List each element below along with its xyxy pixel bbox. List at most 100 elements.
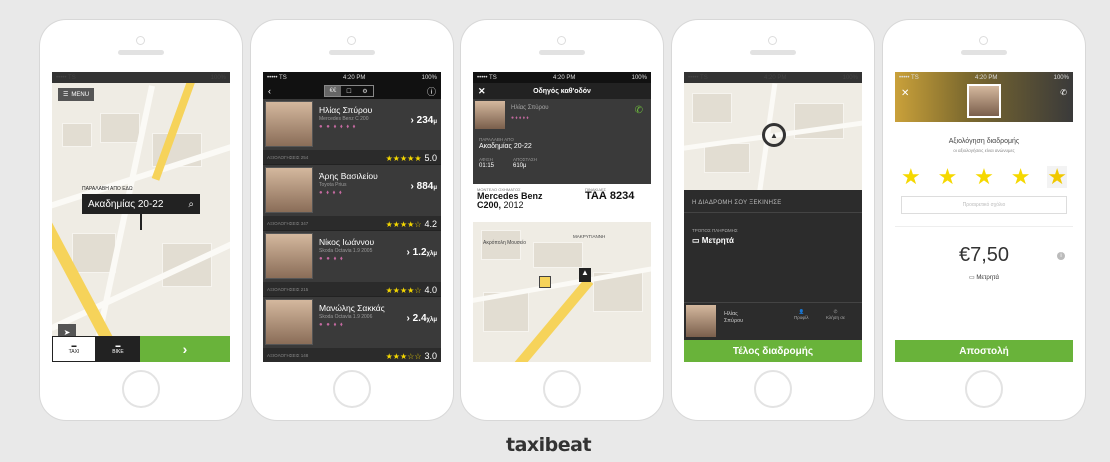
- home-button: [122, 370, 160, 408]
- avatar: [265, 101, 313, 147]
- map-label: ΜΑΚΡΥΓΙΑΝΝΗ: [573, 234, 606, 239]
- cash-icon: ▭: [692, 236, 700, 245]
- driver-row[interactable]: Μανώλης Σακκάς Skoda Octavia 1.9 2006 ● …: [263, 297, 441, 362]
- close-icon[interactable]: ✕: [901, 88, 909, 99]
- next-button[interactable]: ›: [140, 336, 230, 362]
- avatar: [475, 101, 505, 129]
- taxi-location-icon: ▲: [762, 123, 786, 147]
- rating-title: Αξιολόγηση διαδρομής: [948, 138, 1020, 145]
- driver-last-name: Σπύρου: [724, 318, 744, 324]
- phone-icon[interactable]: ✆: [635, 105, 643, 116]
- amenity-icons: ● ● ⬧ ⬧: [319, 322, 344, 328]
- map[interactable]: Ακρόπολη Μουσείο ΜΑΚΡΥΓΙΑΝΝΗ ▲: [473, 222, 651, 362]
- eta-value: 01:15: [479, 163, 495, 169]
- driver-row[interactable]: Νίκος Ιωάννου Skoda Octavia 1.9 2005 ● ●…: [263, 231, 441, 297]
- phone-camera: [979, 36, 988, 45]
- driver-distance: › 2.4χλμ: [406, 313, 437, 324]
- payment-method: ▭ Μετρητά: [895, 274, 1073, 281]
- screen-driver-list: ••••• TS 4:20 PM 100% ‹ €€ ☐ ⚙ ⓘ Ηλίας Σ…: [263, 72, 441, 362]
- distance-label: ΑΠΟΣΤΑΣΗ: [513, 157, 537, 162]
- menu-button-label: MENU: [71, 91, 90, 98]
- menu-button[interactable]: ☰ MENU: [58, 88, 95, 101]
- phone-camera: [136, 36, 145, 45]
- user-marker: [539, 276, 551, 288]
- car-details: ΜΟΝΤΕΛΟ ΟΧΗΜΑΤΟΣ Mercedes Benz C200, 201…: [473, 184, 651, 222]
- driver-name: Νίκος Ιωάννου: [319, 237, 375, 247]
- status-carrier: ••••• TS: [899, 74, 919, 81]
- amenity-icons: ● ⬧ ⬧ ⬧: [319, 190, 343, 196]
- taxibeat-logo: taxibeat: [506, 434, 592, 456]
- distance-unit: χλμ: [426, 251, 437, 257]
- pickup-address-box[interactable]: Ακαδημίας 20-22 ⌕: [82, 194, 200, 214]
- star-icon[interactable]: ★: [974, 166, 994, 188]
- status-carrier: ••••• TS: [267, 74, 287, 81]
- driver-distance: › 1.2χλμ: [406, 247, 437, 258]
- rating-value: 5.0: [424, 153, 437, 163]
- taxi-marker-icon: ▲: [579, 268, 591, 282]
- rating-value: 3.0: [424, 351, 437, 361]
- status-carrier: ••••• TS: [477, 74, 497, 81]
- star-icon[interactable]: ★: [1047, 166, 1067, 188]
- screen-ride-started: ••••• TS 4:20 PM 100% ▲ Η ΔΙΑΔΡΟΜΗ ΣΟΥ Ξ…: [684, 72, 862, 362]
- info-icon[interactable]: ⓘ: [427, 85, 436, 98]
- segment-settings[interactable]: ⚙: [357, 86, 373, 96]
- screen-driver-en-route: ••••• TS 4:20 PM 100% ✕ Οδηγός καθ'οδόν …: [473, 72, 651, 362]
- close-icon[interactable]: ✕: [478, 86, 486, 97]
- profile-button[interactable]: 👤 Προφίλ: [794, 309, 808, 320]
- driver-bar: Ηλίας Σπύρου 👤 Προφίλ ✆ Κλήση σε: [684, 302, 862, 340]
- phone-speaker: [961, 50, 1007, 55]
- star-icons: ★★★★☆: [385, 220, 422, 229]
- driver-car: Skoda Octavia 1.9 2005: [319, 248, 373, 254]
- profile-button-label: Προφίλ: [794, 315, 809, 320]
- home-button: [543, 370, 581, 408]
- phone-icon: ✆: [833, 309, 838, 314]
- map[interactable]: ▲: [684, 83, 862, 190]
- status-time: 4:20 PM: [975, 74, 998, 81]
- phone-camera: [557, 36, 566, 45]
- list-header: ‹ €€ ☐ ⚙ ⓘ: [263, 83, 441, 99]
- plate-number: ΤΑΑ 8234: [585, 190, 635, 202]
- send-button[interactable]: Αποστολή: [895, 340, 1073, 362]
- status-carrier: ••••• TS: [688, 74, 708, 81]
- car-model-variant: C200,: [477, 200, 502, 210]
- tab-bike[interactable]: ▬ BIKE: [96, 336, 140, 362]
- phone-speaker: [329, 50, 375, 55]
- back-icon[interactable]: ‹: [268, 86, 271, 96]
- call-button[interactable]: ✆ Κλήση σε: [826, 309, 845, 320]
- phone-speaker: [750, 50, 796, 55]
- reviews-count: ΑΞΙΟΛΟΓΗΣΕΙΣ 254: [267, 154, 309, 160]
- distance-value: 234: [416, 115, 434, 126]
- driver-row[interactable]: Άρης Βασιλείου Toyota Prius ● ⬧ ⬧ ⬧ › 88…: [263, 165, 441, 231]
- avatar: [265, 233, 313, 279]
- rating-form: Αξιολόγηση διαδρομής οι αξιολογήσεις είν…: [895, 122, 1073, 362]
- segment-car[interactable]: ☐: [341, 86, 357, 96]
- search-icon[interactable]: ⌕: [188, 199, 194, 210]
- comment-input[interactable]: Προαιρετικό σχόλιο: [901, 196, 1067, 214]
- rating-row: ΑΞΙΟΛΟΓΗΣΕΙΣ 215 ★★★★☆ 4.0: [263, 282, 441, 296]
- home-button: [965, 370, 1003, 408]
- avatar: [265, 167, 313, 213]
- star-icon[interactable]: ★: [901, 166, 921, 188]
- status-battery: 100%: [631, 74, 647, 81]
- en-route-header: ✕ Οδηγός καθ'οδόν: [473, 83, 651, 99]
- distance-value: 1.2: [412, 247, 427, 258]
- distance-unit: χλμ: [426, 317, 437, 323]
- star-icon[interactable]: ★: [938, 166, 958, 188]
- tab-taxi[interactable]: ▬ TAXI: [52, 336, 96, 362]
- star-icon[interactable]: ★: [1011, 166, 1031, 188]
- status-battery: 100%: [421, 74, 437, 81]
- reviews-count: ΑΞΙΟΛΟΓΗΣΕΙΣ 347: [267, 220, 309, 226]
- amenity-icons: ● ● ⬧ ⬧ ⬧ ⬧: [319, 124, 357, 130]
- driver-car: Toyota Prius: [319, 182, 347, 188]
- end-ride-button[interactable]: Τέλος διαδρομής: [684, 340, 862, 362]
- segment-price[interactable]: €€: [324, 86, 341, 96]
- phone-driver-en-route: ••••• TS 4:20 PM 100% ✕ Οδηγός καθ'οδόν …: [461, 20, 663, 420]
- driver-distance: › 884μ: [410, 181, 437, 192]
- driver-row[interactable]: Ηλίας Σπύρου Mercedes Benz C 200 ● ● ⬧ ⬧…: [263, 99, 441, 165]
- cash-icon: ▭: [969, 275, 975, 281]
- home-button: [754, 370, 792, 408]
- driver-car: Mercedes Benz C 200: [319, 116, 369, 122]
- info-icon[interactable]: i: [1057, 252, 1065, 260]
- phone-icon[interactable]: ✆: [1060, 88, 1067, 97]
- avatar: [265, 299, 313, 345]
